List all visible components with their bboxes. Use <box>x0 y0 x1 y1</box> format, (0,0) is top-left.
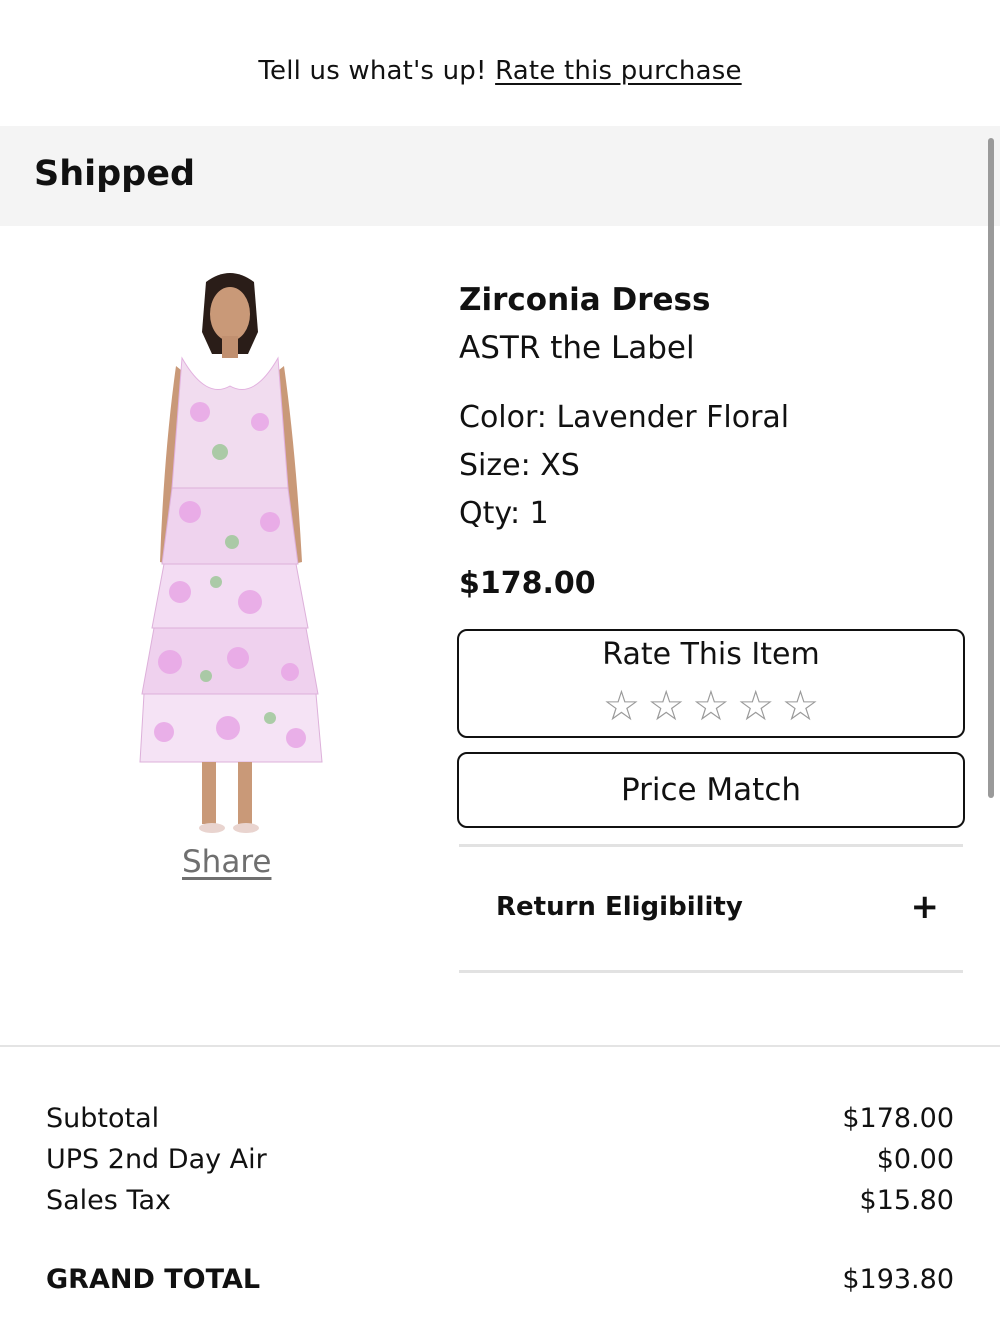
item-price: $178.00 <box>459 566 596 601</box>
summary-row-tax: Sales Tax $15.80 <box>46 1185 954 1221</box>
divider <box>459 844 963 847</box>
star-rating: ☆ ☆ ☆ ☆ ☆ <box>459 683 963 729</box>
rate-item-label: Rate This Item <box>602 637 820 672</box>
summary-row-shipping: UPS 2nd Day Air $0.00 <box>46 1144 954 1180</box>
grand-total-value: $193.80 <box>842 1264 954 1295</box>
model-right-leg <box>238 762 252 824</box>
rate-purchase-link[interactable]: Rate this purchase <box>495 56 742 86</box>
plus-icon: + <box>910 887 940 927</box>
item-color: Color: Lavender Floral <box>459 400 790 435</box>
price-match-button[interactable]: Price Match <box>457 752 965 828</box>
section-divider <box>0 1045 1000 1047</box>
summary-value: $178.00 <box>842 1103 954 1134</box>
star-icon[interactable]: ☆ <box>737 683 775 729</box>
grand-total-label: GRAND TOTAL <box>46 1264 261 1295</box>
star-icon[interactable]: ☆ <box>603 683 641 729</box>
item-size: Size: XS <box>459 448 580 483</box>
summary-label: Subtotal <box>46 1103 160 1134</box>
model-face <box>210 287 250 341</box>
star-icon[interactable]: ☆ <box>692 683 730 729</box>
dress-bodice <box>171 356 289 489</box>
order-status-header: Shipped <box>0 126 1000 226</box>
share-link[interactable]: Share <box>182 844 271 880</box>
star-icon[interactable]: ☆ <box>647 683 685 729</box>
rate-purchase-banner: Tell us what's up! Rate this purchase <box>0 56 1000 86</box>
divider <box>459 970 963 973</box>
item-brand: ASTR the Label <box>459 330 695 366</box>
model-neck <box>222 336 238 358</box>
price-match-label: Price Match <box>620 772 802 808</box>
model-left-shoe <box>199 823 225 833</box>
item-name: Zirconia Dress <box>459 282 711 318</box>
summary-label: UPS 2nd Day Air <box>46 1144 267 1175</box>
model-left-leg <box>202 762 216 824</box>
summary-label: Sales Tax <box>46 1185 171 1216</box>
return-eligibility-toggle[interactable]: Return Eligibility + <box>459 848 963 968</box>
rate-item-button[interactable]: Rate This Item ☆ ☆ ☆ ☆ ☆ <box>457 629 965 738</box>
scrollbar[interactable] <box>988 138 994 798</box>
summary-row-grand-total: GRAND TOTAL $193.80 <box>46 1264 954 1300</box>
star-icon[interactable]: ☆ <box>782 683 820 729</box>
model-right-shoe <box>233 823 259 833</box>
summary-row-subtotal: Subtotal $178.00 <box>46 1103 954 1139</box>
order-status: Shipped <box>34 154 196 194</box>
product-image[interactable] <box>120 262 340 842</box>
return-eligibility-label: Return Eligibility <box>496 892 743 922</box>
summary-value: $15.80 <box>859 1185 954 1216</box>
summary-value: $0.00 <box>876 1144 954 1175</box>
banner-prompt: Tell us what's up! <box>258 56 487 86</box>
item-qty: Qty: 1 <box>459 496 549 531</box>
